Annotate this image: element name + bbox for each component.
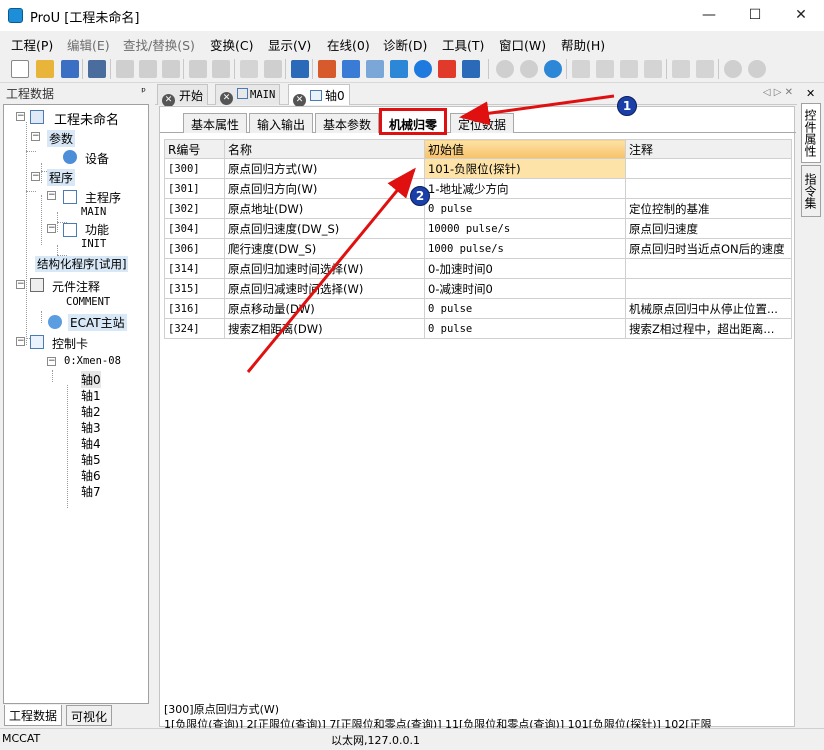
- callout-badge-1: 1: [617, 96, 637, 116]
- annotation-arrow-2: [246, 167, 416, 373]
- callout-badge-2: 2: [410, 186, 430, 206]
- annotation-overlay: [246, 94, 615, 373]
- annotation-arrow-1: [459, 94, 615, 126]
